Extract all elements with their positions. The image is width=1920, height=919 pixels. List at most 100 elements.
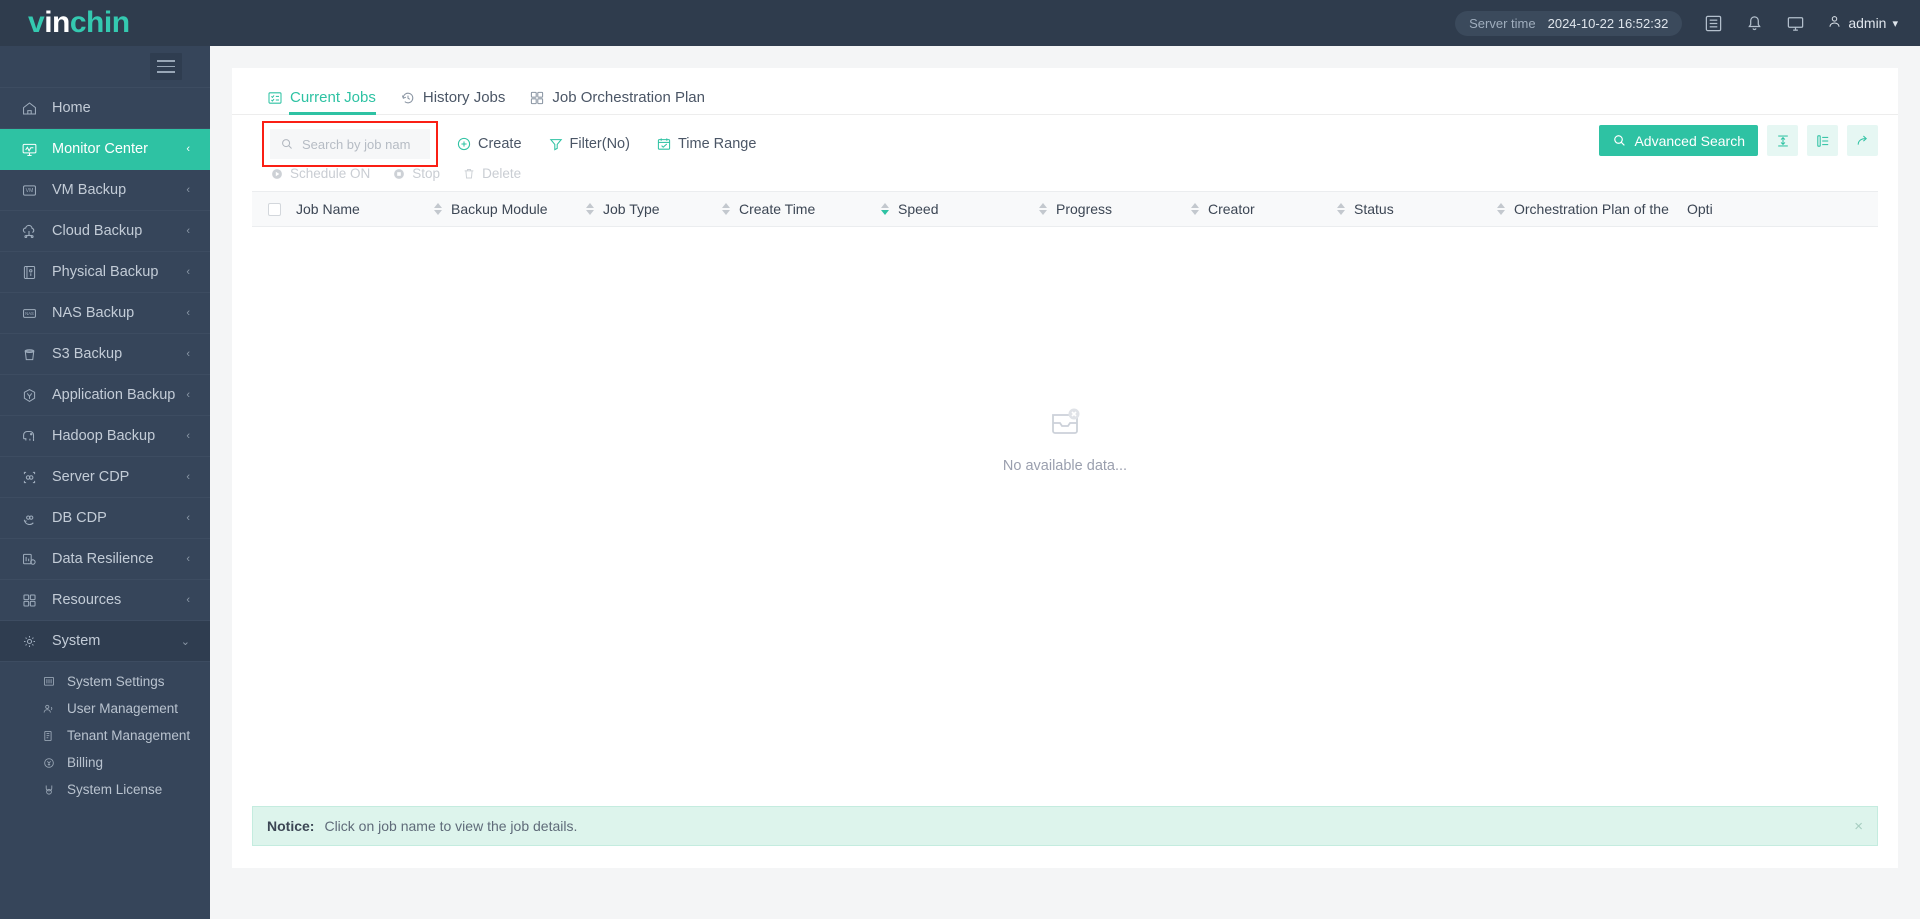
column-progress[interactable]: Progress xyxy=(1039,201,1191,217)
stop-button[interactable]: Stop xyxy=(392,166,440,181)
time-range-label: Time Range xyxy=(678,136,756,152)
sidebar-item-physical-backup[interactable]: Physical Backup ‹ xyxy=(0,252,210,293)
chevron-icon: ‹ xyxy=(186,225,190,237)
sidebar-item-resources[interactable]: Resources ‹ xyxy=(0,580,210,621)
sidebar-item-hadoop-backup[interactable]: Hadoop Backup ‹ xyxy=(0,416,210,457)
user-menu[interactable]: admin ▾ xyxy=(1827,14,1898,32)
sidebar-item-cloud-backup[interactable]: Cloud Backup ‹ xyxy=(0,211,210,252)
chevron-down-icon: ⌄ xyxy=(181,635,190,648)
sort-icon[interactable] xyxy=(1337,203,1345,215)
column-label: Opti xyxy=(1687,201,1713,217)
sliders-icon xyxy=(40,674,58,690)
sidebar-item-data-resilience[interactable]: Data Resilience ‹ xyxy=(0,539,210,580)
notice-bar: Notice: Click on job name to view the jo… xyxy=(252,806,1878,846)
sidebar-item-server-cdp[interactable]: Server CDP ‹ xyxy=(0,457,210,498)
sort-icon[interactable] xyxy=(722,203,730,215)
sidebar-item-home[interactable]: Home xyxy=(0,88,210,129)
license-icon xyxy=(40,782,58,798)
sidebar-item-application-backup[interactable]: Application Backup ‹ xyxy=(0,375,210,416)
bell-icon[interactable] xyxy=(1745,14,1764,33)
column-job-type[interactable]: Job Type xyxy=(586,201,722,217)
sidebar-label: NAS Backup xyxy=(52,305,134,321)
export-icon[interactable] xyxy=(1847,125,1878,156)
sort-icon[interactable] xyxy=(434,203,442,215)
server-time-label: Server time xyxy=(1469,16,1535,31)
filter-button[interactable]: Filter(No) xyxy=(548,136,630,152)
delete-button[interactable]: Delete xyxy=(462,166,521,181)
sort-icon[interactable] xyxy=(1191,203,1199,215)
sidebar-subitem-system-license[interactable]: System License xyxy=(0,776,210,803)
sort-icon[interactable] xyxy=(586,203,594,215)
sidebar-item-s3-backup[interactable]: S3 Backup ‹ xyxy=(0,334,210,375)
column-orchestration-plan[interactable]: Orchestration Plan of the xyxy=(1497,201,1687,217)
sidebar-item-nas-backup[interactable]: NAS NAS Backup ‹ xyxy=(0,293,210,334)
sidebar-label: Monitor Center xyxy=(52,141,148,157)
sidebar-subitem-tenant-management[interactable]: Tenant Management xyxy=(0,722,210,749)
column-job-name[interactable]: Job Name xyxy=(296,201,434,217)
sidebar-subitem-label: User Management xyxy=(67,701,178,716)
search-box[interactable] xyxy=(270,129,430,159)
sidebar-collapse-row xyxy=(0,46,210,88)
sidebar-subitem-label: Billing xyxy=(67,755,103,770)
column-label: Progress xyxy=(1056,201,1112,217)
tab-history-jobs[interactable]: History Jobs xyxy=(400,89,506,114)
monitor-icon[interactable] xyxy=(1786,14,1805,33)
search-icon xyxy=(1612,133,1627,148)
chevron-down-icon: ▾ xyxy=(1892,17,1898,30)
row-height-icon[interactable] xyxy=(1767,125,1798,156)
bulk-actions: Schedule ON Stop Delete xyxy=(232,161,1898,181)
create-button[interactable]: Create xyxy=(456,136,522,152)
sidebar-item-monitor-center[interactable]: Monitor Center ‹ xyxy=(0,129,210,170)
search-box-wrapper xyxy=(270,129,430,159)
column-label: Status xyxy=(1354,201,1394,217)
chevron-icon: ‹ xyxy=(186,143,190,155)
sort-icon[interactable] xyxy=(1497,203,1505,215)
sidebar-item-system[interactable]: System ⌄ xyxy=(0,621,210,662)
select-all-checkbox[interactable] xyxy=(268,203,281,216)
list-icon[interactable] xyxy=(1704,14,1723,33)
chevron-icon: ‹ xyxy=(186,348,190,360)
sidebar-subitem-user-management[interactable]: User Management xyxy=(0,695,210,722)
column-speed[interactable]: Speed xyxy=(881,201,1039,217)
tab-label: Job Orchestration Plan xyxy=(552,89,705,106)
elephant-icon xyxy=(18,426,40,446)
logo-part-3: chin xyxy=(70,6,130,39)
sidebar-label: VM Backup xyxy=(52,182,126,198)
column-creator[interactable]: Creator xyxy=(1191,201,1337,217)
sidebar-label: S3 Backup xyxy=(52,346,122,362)
search-icon xyxy=(280,137,294,151)
chevron-icon: ‹ xyxy=(186,471,190,483)
schedule-on-button[interactable]: Schedule ON xyxy=(270,166,370,181)
advanced-search-button[interactable]: Advanced Search xyxy=(1599,125,1758,156)
column-backup-module[interactable]: Backup Module xyxy=(434,201,586,217)
column-create-time[interactable]: Create Time xyxy=(722,201,881,217)
sidebar-label: Cloud Backup xyxy=(52,223,142,239)
time-range-button[interactable]: Time Range xyxy=(656,136,756,152)
close-icon[interactable]: × xyxy=(1854,818,1863,835)
empty-box-icon xyxy=(1045,401,1085,446)
column-options[interactable]: Opti xyxy=(1687,201,1747,217)
chevron-icon: ‹ xyxy=(186,184,190,196)
sidebar-label: Server CDP xyxy=(52,469,129,485)
hamburger-icon[interactable] xyxy=(150,53,182,80)
search-input[interactable] xyxy=(302,137,422,152)
server-time-value: 2024-10-22 16:52:32 xyxy=(1548,16,1669,31)
sidebar-subitem-label: System Settings xyxy=(67,674,165,689)
sidebar-item-vm-backup[interactable]: VM VM Backup ‹ xyxy=(0,170,210,211)
sidebar-subitem-billing[interactable]: Billing xyxy=(0,749,210,776)
column-status[interactable]: Status xyxy=(1337,201,1497,217)
tab-current-jobs[interactable]: Current Jobs xyxy=(267,89,376,114)
column-label: Job Name xyxy=(296,201,360,217)
sort-icon-active[interactable] xyxy=(881,203,889,215)
column-label: Orchestration Plan of the xyxy=(1514,201,1669,217)
sort-icon[interactable] xyxy=(1039,203,1047,215)
top-bar-right: Server time 2024-10-22 16:52:32 xyxy=(1455,11,1920,36)
logo-part-1: v xyxy=(28,6,44,39)
sidebar-item-db-cdp[interactable]: DB CDP ‹ xyxy=(0,498,210,539)
column-label: Job Type xyxy=(603,201,660,217)
sidebar-subitem-system-settings[interactable]: System Settings xyxy=(0,668,210,695)
top-bar: vinchin Server time 2024-10-22 16:52:32 xyxy=(0,0,1920,46)
cdp-icon xyxy=(18,467,40,487)
column-settings-icon[interactable] xyxy=(1807,125,1838,156)
tab-job-orchestration-plan[interactable]: Job Orchestration Plan xyxy=(529,89,705,114)
